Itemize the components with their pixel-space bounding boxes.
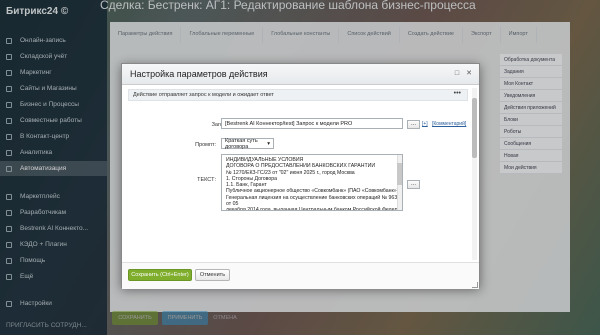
textarea-scrollbar[interactable] bbox=[397, 155, 402, 210]
dialog-header: Настройка параметров действия □ ✕ bbox=[122, 64, 479, 85]
maximize-icon[interactable]: □ bbox=[453, 70, 461, 78]
text-line: ДОГОВОРА О ПРЕДОСТАВЛЕНИИ БАНКОВСКИХ ГАР… bbox=[226, 163, 376, 170]
action-settings-dialog: Настройка параметров действия □ ✕ Действ… bbox=[121, 63, 480, 289]
add-link[interactable]: [+] bbox=[422, 121, 428, 127]
close-icon[interactable]: ✕ bbox=[465, 70, 473, 78]
dialog-footer: Сохранить (Ctrl+Enter) Отменить bbox=[122, 262, 479, 289]
chevron-down-icon: ▾ bbox=[267, 140, 270, 147]
textarea-scroll-thumb[interactable] bbox=[397, 163, 402, 185]
title-input[interactable]: [Bestrenk AI Коннектор/test] Запрос к мо… bbox=[221, 118, 403, 129]
comment-link[interactable]: [Комментарий] bbox=[432, 121, 466, 127]
title-picker-button[interactable]: ... bbox=[407, 120, 420, 129]
dialog-scroll-thumb[interactable] bbox=[472, 98, 477, 158]
text-line: Генеральная лицензия на осуществление ба… bbox=[226, 194, 398, 201]
text-line: декабря 2014 года, выданная Центральным … bbox=[226, 207, 398, 211]
text-picker-button[interactable]: ... bbox=[407, 180, 420, 189]
save-button[interactable]: Сохранить (Ctrl+Enter) bbox=[128, 269, 192, 281]
text-textarea[interactable]: ИНДИВИДУАЛЬНЫЕ УСЛОВИЯ ДОГОВОРА О ПРЕДОСТ… bbox=[221, 154, 403, 211]
dialog-title: Настройка параметров действия bbox=[130, 69, 268, 79]
section-header: Действие отправляет запрос к модели и ож… bbox=[128, 89, 468, 101]
prompt-select[interactable]: Краткая суть договора ▾ bbox=[221, 137, 274, 150]
section-title: Действие отправляет запрос к модели и ож… bbox=[133, 92, 274, 98]
prompt-label: Промпт: bbox=[195, 142, 216, 148]
text-line: Публичное акционерное общество «Совкомба… bbox=[226, 188, 398, 195]
more-icon[interactable]: ••• bbox=[454, 90, 461, 97]
prompt-select-value: Краткая суть договора bbox=[225, 137, 258, 150]
text-label: ТЕКСТ: bbox=[197, 177, 216, 183]
resize-handle[interactable] bbox=[472, 282, 478, 288]
dialog-body: Действие отправляет запрос к модели и ож… bbox=[126, 86, 477, 262]
dialog-scrollbar[interactable] bbox=[472, 88, 477, 260]
cancel-button[interactable]: Отменить bbox=[195, 269, 230, 281]
